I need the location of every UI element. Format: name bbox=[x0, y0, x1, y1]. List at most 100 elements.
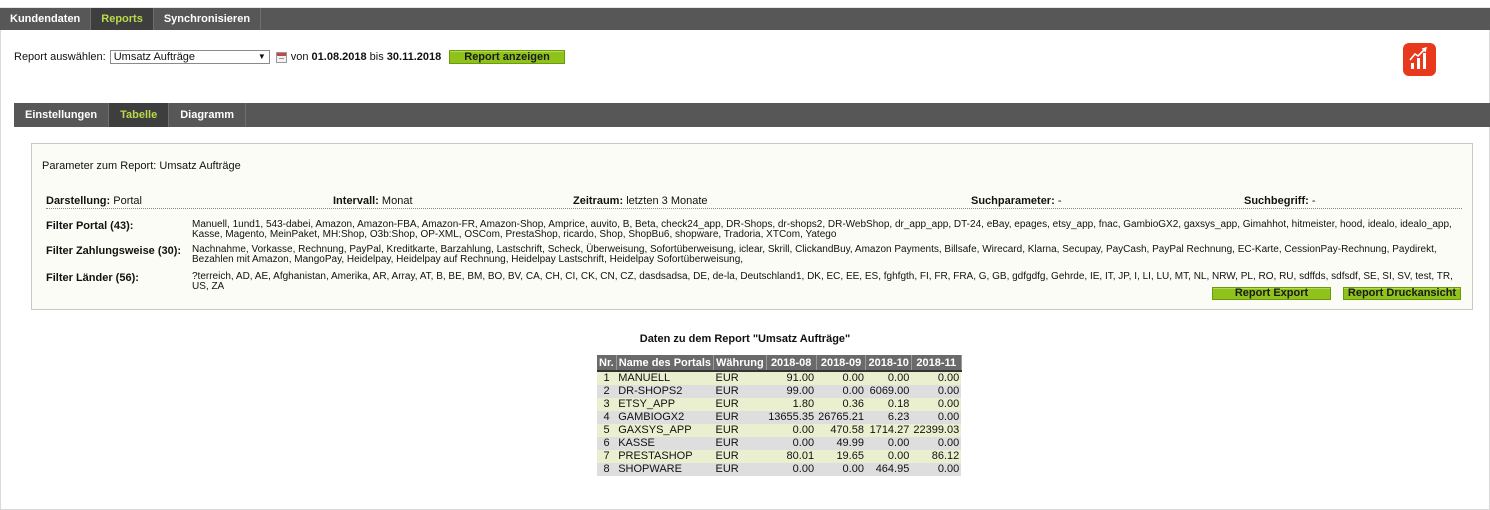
table-cell: 0.00 bbox=[911, 371, 962, 385]
report-data-title: Daten zu dem Report "Umsatz Aufträge" bbox=[639, 333, 851, 345]
chart-bars-icon[interactable] bbox=[1403, 43, 1436, 76]
table-cell: EUR bbox=[713, 450, 767, 463]
table-cell: EUR bbox=[713, 371, 767, 385]
table-cell: 470.58 bbox=[816, 424, 866, 437]
table-row: 2 DR-SHOPS2 EUR 99.00 0.00 6069.00 0.00 bbox=[597, 385, 962, 398]
table-cell: EUR bbox=[713, 398, 767, 411]
table-cell: 0.00 bbox=[865, 437, 912, 450]
filter-zahlungsweise-label: Filter Zahlungsweise (30): bbox=[46, 245, 182, 257]
table-cell: 0.18 bbox=[865, 398, 912, 411]
table-cell: 2 bbox=[597, 385, 617, 398]
tab-reports[interactable]: Reports bbox=[91, 8, 154, 30]
report-print-button[interactable]: Report Druckansicht bbox=[1343, 287, 1461, 300]
table-row: 7 PRESTASHOP EUR 80.01 19.65 0.00 86.12 bbox=[597, 450, 962, 463]
window-top-strip bbox=[0, 0, 1490, 8]
suchparameter-label: Suchparameter: bbox=[971, 195, 1055, 207]
filter-laender-label: Filter Länder (56): bbox=[46, 272, 139, 284]
table-cell: DR-SHOPS2 bbox=[616, 385, 714, 398]
table-row: 8 SHOPWARE EUR 0.00 0.00 464.95 0.00 bbox=[597, 463, 962, 476]
show-report-button[interactable]: Report anzeigen bbox=[449, 50, 565, 64]
table-cell: 3 bbox=[597, 398, 617, 411]
table-cell: 0.00 bbox=[911, 463, 962, 476]
tab-kundendaten[interactable]: Kundendaten bbox=[0, 8, 92, 30]
table-cell: KASSE bbox=[616, 437, 714, 450]
table-cell: 13655.35 bbox=[766, 411, 817, 424]
table-cell: ETSY_APP bbox=[616, 398, 714, 411]
chevron-down-icon: ▼ bbox=[257, 52, 266, 61]
sub-navigation: Einstellungen Tabelle Diagramm bbox=[14, 103, 1490, 127]
table-row: 4 GAMBIOGX2 EUR 13655.35 26765.21 6.23 0.00 bbox=[597, 411, 962, 424]
intervall-label: Intervall: bbox=[333, 195, 379, 207]
table-cell: 0.00 bbox=[911, 437, 962, 450]
table-cell: 6 bbox=[597, 437, 617, 450]
table-cell: 464.95 bbox=[865, 463, 912, 476]
tab-tabelle[interactable]: Tabelle bbox=[109, 103, 170, 127]
table-cell: 1.80 bbox=[766, 398, 817, 411]
report-select[interactable]: Umsatz Aufträge ▼ bbox=[109, 50, 270, 64]
column-header[interactable]: 2018-08 bbox=[766, 355, 817, 371]
table-cell: 0.00 bbox=[816, 371, 866, 385]
table-cell: 49.99 bbox=[816, 437, 866, 450]
table-cell: 91.00 bbox=[766, 371, 817, 385]
table-cell: 80.01 bbox=[766, 450, 817, 463]
top-navigation: Kundendaten Reports Synchronisieren bbox=[0, 8, 1490, 30]
table-cell: 86.12 bbox=[911, 450, 962, 463]
suchparameter-value: - bbox=[1057, 195, 1062, 207]
tab-synchronisieren[interactable]: Synchronisieren bbox=[154, 8, 262, 30]
column-header[interactable]: Währung bbox=[713, 355, 767, 371]
table-cell: EUR bbox=[713, 463, 767, 476]
table-cell: 0.00 bbox=[816, 463, 866, 476]
column-header[interactable]: 2018-10 bbox=[865, 355, 912, 371]
table-cell: MANUELL bbox=[616, 371, 714, 385]
table-cell: GAMBIOGX2 bbox=[616, 411, 714, 424]
table-row: 5 GAXSYS_APP EUR 0.00 470.58 1714.27 22399.03 bbox=[597, 424, 962, 437]
table-cell: GAXSYS_APP bbox=[616, 424, 714, 437]
zeitraum-value: letzten 3 Monate bbox=[626, 195, 708, 207]
table-cell: 0.00 bbox=[766, 463, 817, 476]
intervall-field: Intervall: Monat bbox=[333, 195, 413, 207]
date-from-prefix: von bbox=[290, 51, 309, 63]
table-row: 3 ETSY_APP EUR 1.80 0.36 0.18 0.00 bbox=[597, 398, 962, 411]
calendar-icon[interactable] bbox=[275, 51, 287, 63]
zeitraum-label: Zeitraum: bbox=[573, 195, 624, 207]
table-cell: 0.00 bbox=[865, 371, 912, 385]
zeitraum-field: Zeitraum: letzten 3 Monate bbox=[573, 195, 708, 207]
tab-einstellungen[interactable]: Einstellungen bbox=[14, 103, 110, 127]
table-cell: 0.00 bbox=[911, 385, 962, 398]
date-to-value[interactable]: 30.11.2018 bbox=[387, 51, 441, 63]
table-cell: 0.00 bbox=[911, 411, 962, 424]
table-row: 1 MANUELL EUR 91.00 0.00 0.00 0.00 bbox=[597, 371, 962, 385]
suchbegriff-value: - bbox=[1311, 195, 1316, 207]
table-cell: 0.00 bbox=[766, 437, 817, 450]
table-cell: SHOPWARE bbox=[616, 463, 714, 476]
column-header[interactable]: Name des Portals bbox=[616, 355, 715, 371]
darstellung-value: Portal bbox=[113, 195, 142, 207]
column-header[interactable]: 2018-09 bbox=[816, 355, 867, 371]
column-header[interactable]: 2018-11 bbox=[911, 355, 962, 371]
table-cell: EUR bbox=[713, 411, 767, 424]
table-cell: 0.00 bbox=[816, 385, 866, 398]
table-cell: EUR bbox=[713, 385, 767, 398]
table-cell: 22399.03 bbox=[911, 424, 962, 437]
report-select-label: Report auswählen: bbox=[14, 51, 106, 63]
parameters-summary-row: Darstellung: Portal Intervall: Monat Zei… bbox=[46, 195, 1462, 209]
report-parameters-panel: Parameter zum Report: Umsatz Aufträge Da… bbox=[31, 143, 1473, 310]
report-table: Nr. Name des Portals Währung 2018-08 201… bbox=[597, 355, 962, 476]
darstellung-label: Darstellung: bbox=[46, 195, 111, 207]
table-cell: 0.00 bbox=[766, 424, 817, 437]
table-header-row: Nr. Name des Portals Währung 2018-08 201… bbox=[597, 355, 962, 371]
suchbegriff-label: Suchbegriff: bbox=[1244, 195, 1309, 207]
parameters-title: Parameter zum Report: Umsatz Aufträge bbox=[42, 160, 241, 172]
table-cell: 0.00 bbox=[911, 398, 962, 411]
report-export-button[interactable]: Report Export bbox=[1212, 287, 1331, 300]
intervall-value: Monat bbox=[381, 195, 413, 207]
date-from-value[interactable]: 01.08.2018 bbox=[312, 51, 367, 63]
table-cell: 6069.00 bbox=[865, 385, 912, 398]
table-cell: 4 bbox=[597, 411, 617, 424]
table-cell: EUR bbox=[713, 437, 767, 450]
tab-diagramm[interactable]: Diagramm bbox=[169, 103, 247, 127]
suchbegriff-field: Suchbegriff: - bbox=[1244, 195, 1316, 207]
column-header[interactable]: Nr. bbox=[597, 355, 617, 371]
table-cell: 7 bbox=[597, 450, 617, 463]
table-cell: 0.00 bbox=[865, 450, 912, 463]
